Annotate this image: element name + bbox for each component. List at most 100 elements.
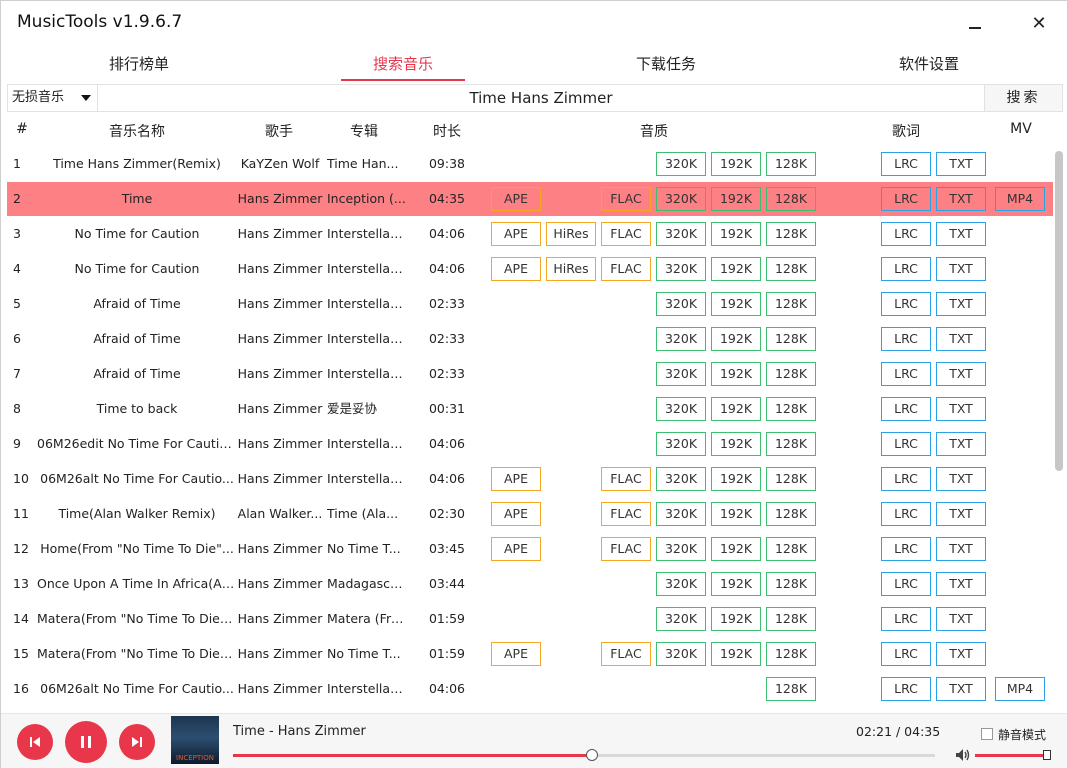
table-row[interactable]: 14 Matera(From "No Time To Die"... Hans Zi… [7, 602, 1053, 636]
quality-flac-button[interactable]: FLAC [601, 222, 651, 246]
lyrics-lrc-button[interactable]: LRC [881, 292, 931, 316]
lyrics-txt-button[interactable]: TXT [936, 327, 986, 351]
lyrics-lrc-button[interactable]: LRC [881, 187, 931, 211]
quality-ape-button[interactable]: APE [491, 187, 541, 211]
lyrics-lrc-button[interactable]: LRC [881, 222, 931, 246]
quality-ape-button[interactable]: APE [491, 537, 541, 561]
quality-192k-button[interactable]: 192K [711, 502, 761, 526]
quality-320k-button[interactable]: 320K [656, 572, 706, 596]
table-row[interactable]: 10 06M26alt No Time For Cautio... Hans Zim… [7, 462, 1053, 496]
quality-192k-button[interactable]: 192K [711, 607, 761, 631]
table-row[interactable]: 2 Time Hans Zimmer Inception (... 04:35 APE FL… [7, 182, 1053, 216]
quality-320k-button[interactable]: 320K [656, 397, 706, 421]
quality-320k-button[interactable]: 320K [656, 257, 706, 281]
table-row[interactable]: 8 Time to back Hans Zimmer 爱是妥协 00:31 320K 192… [7, 392, 1053, 426]
quality-192k-button[interactable]: 192K [711, 327, 761, 351]
quality-192k-button[interactable]: 192K [711, 432, 761, 456]
lyrics-txt-button[interactable]: TXT [936, 432, 986, 456]
table-row[interactable]: 5 Afraid of Time Hans Zimmer Interstellar (… [7, 287, 1053, 321]
lyrics-lrc-button[interactable]: LRC [881, 572, 931, 596]
quality-flac-button[interactable]: FLAC [601, 467, 651, 491]
quality-192k-button[interactable]: 192K [711, 397, 761, 421]
quality-flac-button[interactable]: FLAC [601, 187, 651, 211]
minimize-button[interactable] [959, 9, 991, 37]
lyrics-txt-button[interactable]: TXT [936, 607, 986, 631]
quality-128k-button[interactable]: 128K [766, 397, 816, 421]
previous-button[interactable] [17, 724, 53, 760]
lyrics-txt-button[interactable]: TXT [936, 467, 986, 491]
tab-search-music[interactable]: 搜索音乐 [341, 47, 465, 81]
lyrics-lrc-button[interactable]: LRC [881, 152, 931, 176]
lyrics-lrc-button[interactable]: LRC [881, 607, 931, 631]
table-row[interactable]: 6 Afraid of Time Hans Zimmer Interstellar (… [7, 322, 1053, 356]
quality-128k-button[interactable]: 128K [766, 432, 816, 456]
quality-192k-button[interactable]: 192K [711, 642, 761, 666]
quality-192k-button[interactable]: 192K [711, 572, 761, 596]
volume-slider[interactable] [975, 750, 1051, 760]
lyrics-txt-button[interactable]: TXT [936, 537, 986, 561]
lyrics-lrc-button[interactable]: LRC [881, 432, 931, 456]
quality-ape-button[interactable]: APE [491, 642, 541, 666]
table-row[interactable]: 1 Time Hans Zimmer(Remix) KaYZen Wolf Time … [7, 147, 1053, 181]
table-row[interactable]: 4 No Time for Caution Hans Zimmer Interstel… [7, 252, 1053, 286]
quality-320k-button[interactable]: 320K [656, 467, 706, 491]
quality-128k-button[interactable]: 128K [766, 187, 816, 211]
search-button[interactable]: 搜索 [984, 85, 1062, 111]
quality-192k-button[interactable]: 192K [711, 467, 761, 491]
quality-flac-button[interactable]: FLAC [601, 642, 651, 666]
quality-128k-button[interactable]: 128K [766, 327, 816, 351]
quality-hires-button[interactable]: HiRes [546, 222, 596, 246]
quality-flac-button[interactable]: FLAC [601, 502, 651, 526]
quality-128k-button[interactable]: 128K [766, 607, 816, 631]
pause-button[interactable] [65, 721, 107, 763]
quality-128k-button[interactable]: 128K [766, 257, 816, 281]
quality-192k-button[interactable]: 192K [711, 222, 761, 246]
quality-320k-button[interactable]: 320K [656, 187, 706, 211]
lyrics-lrc-button[interactable]: LRC [881, 397, 931, 421]
close-button[interactable]: ✕ [1023, 9, 1055, 37]
quality-320k-button[interactable]: 320K [656, 152, 706, 176]
quality-192k-button[interactable]: 192K [711, 187, 761, 211]
table-row[interactable]: 9 06M26edit No Time For Cautio... Hans Zim… [7, 427, 1053, 461]
lyrics-lrc-button[interactable]: LRC [881, 502, 931, 526]
lyrics-lrc-button[interactable]: LRC [881, 362, 931, 386]
lyrics-txt-button[interactable]: TXT [936, 187, 986, 211]
lyrics-txt-button[interactable]: TXT [936, 152, 986, 176]
quality-320k-button[interactable]: 320K [656, 502, 706, 526]
lyrics-txt-button[interactable]: TXT [936, 362, 986, 386]
quality-320k-button[interactable]: 320K [656, 537, 706, 561]
quality-192k-button[interactable]: 192K [711, 292, 761, 316]
tab-settings[interactable]: 软件设置 [867, 47, 991, 81]
quality-320k-button[interactable]: 320K [656, 642, 706, 666]
lyrics-txt-button[interactable]: TXT [936, 677, 986, 701]
lyrics-lrc-button[interactable]: LRC [881, 677, 931, 701]
quality-128k-button[interactable]: 128K [766, 362, 816, 386]
tab-rankings[interactable]: 排行榜单 [77, 47, 201, 81]
lyrics-txt-button[interactable]: TXT [936, 257, 986, 281]
lyrics-txt-button[interactable]: TXT [936, 502, 986, 526]
quality-128k-button[interactable]: 128K [766, 222, 816, 246]
lyrics-txt-button[interactable]: TXT [936, 222, 986, 246]
quality-ape-button[interactable]: APE [491, 502, 541, 526]
quality-128k-button[interactable]: 128K [766, 502, 816, 526]
quality-128k-button[interactable]: 128K [766, 292, 816, 316]
quality-128k-button[interactable]: 128K [766, 572, 816, 596]
quality-128k-button[interactable]: 128K [766, 467, 816, 491]
source-select[interactable]: 无损音乐 [8, 85, 98, 111]
table-row[interactable]: 16 06M26alt No Time For Cautio... Hans Zim… [7, 672, 1053, 706]
quality-192k-button[interactable]: 192K [711, 362, 761, 386]
tab-download-tasks[interactable]: 下载任务 [604, 47, 728, 81]
mv-mp4-button[interactable]: MP4 [995, 677, 1045, 701]
quality-hires-button[interactable]: HiRes [546, 257, 596, 281]
table-row[interactable]: 15 Matera(From "No Time To Die"... Hans Zi… [7, 637, 1053, 671]
quality-192k-button[interactable]: 192K [711, 152, 761, 176]
volume-icon[interactable] [955, 748, 971, 762]
quality-flac-button[interactable]: FLAC [601, 537, 651, 561]
lyrics-txt-button[interactable]: TXT [936, 642, 986, 666]
quality-320k-button[interactable]: 320K [656, 362, 706, 386]
lyrics-lrc-button[interactable]: LRC [881, 467, 931, 491]
volume-handle[interactable] [1043, 750, 1051, 760]
mv-mp4-button[interactable]: MP4 [995, 187, 1045, 211]
quality-320k-button[interactable]: 320K [656, 292, 706, 316]
quality-flac-button[interactable]: FLAC [601, 257, 651, 281]
